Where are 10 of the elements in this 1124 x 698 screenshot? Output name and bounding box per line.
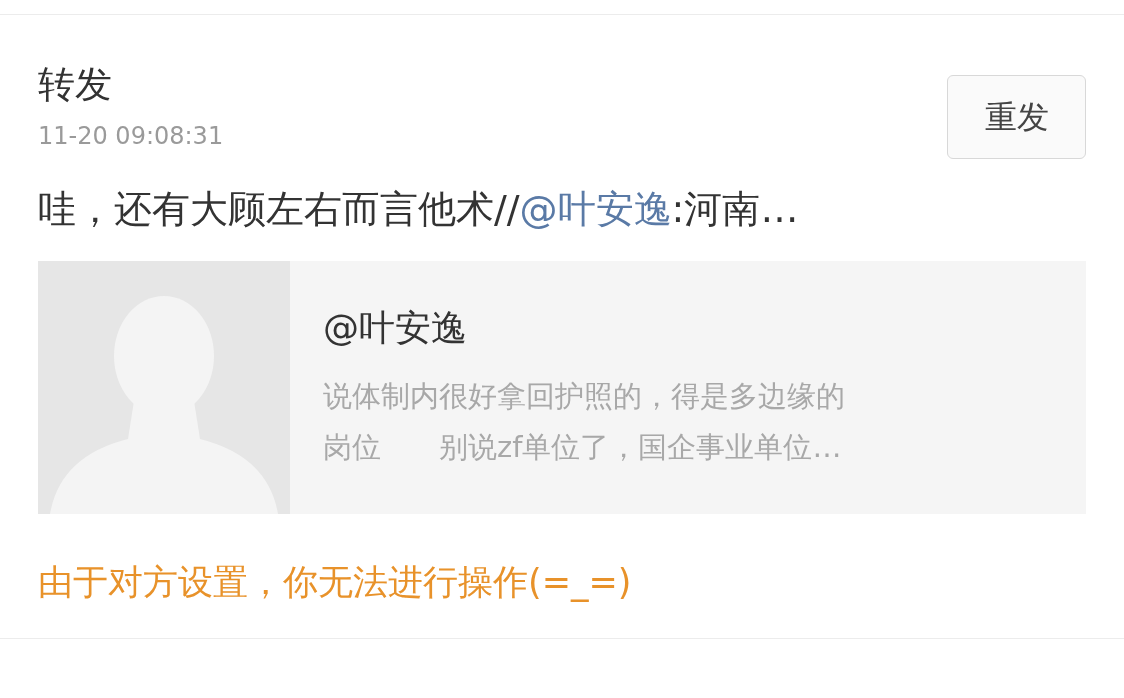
card-excerpt-line: 说体制内很好拿回护照的，得是多边缘的 — [323, 378, 845, 415]
card-username: @叶安逸 — [323, 306, 468, 350]
post-text: 哇，还有大顾左右而言他术//@叶安逸:河南… — [38, 186, 800, 233]
mention-link[interactable]: @叶安逸 — [519, 187, 672, 231]
notice-text: 由于对方设置，你无法进行操作(=_=) — [38, 561, 633, 604]
timestamp: 11-20 09:08:31 — [38, 121, 224, 151]
quoted-card[interactable]: @叶安逸 说体制内很好拿回护照的，得是多边缘的 岗位 别说zf单位了，国企事业单位… — [38, 261, 1086, 514]
item-title: 转发 — [38, 62, 113, 108]
card-excerpt-line: 岗位 别说zf单位了，国企事业单位… — [323, 429, 843, 466]
resend-button[interactable]: 重发 — [947, 75, 1086, 159]
